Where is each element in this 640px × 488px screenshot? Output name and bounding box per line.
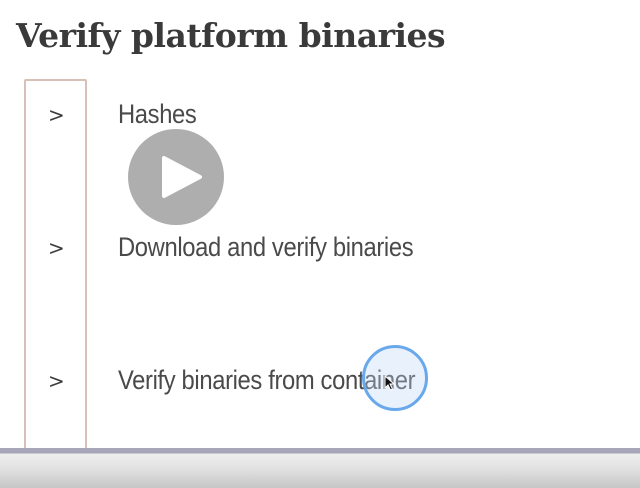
page-title: Verify platform binaries [16, 16, 446, 55]
play-button[interactable] [128, 129, 224, 225]
section-hashes[interactable]: > Hashes [40, 93, 580, 137]
section-label-hashes: Hashes [118, 99, 197, 129]
mouse-pointer-icon [384, 375, 396, 391]
bottom-bar [0, 448, 640, 488]
section-label-download-verify: Download and verify binaries [118, 232, 414, 262]
chevron-right-icon: > [48, 369, 65, 393]
play-icon [162, 156, 202, 198]
section-verify-from-container[interactable]: > Verify binaries from container [40, 359, 580, 403]
chevron-right-icon: > [48, 103, 65, 127]
section-download-verify-binaries[interactable]: > Download and verify binaries [40, 226, 580, 270]
section-rail [24, 79, 87, 488]
chevron-right-icon: > [48, 236, 65, 260]
